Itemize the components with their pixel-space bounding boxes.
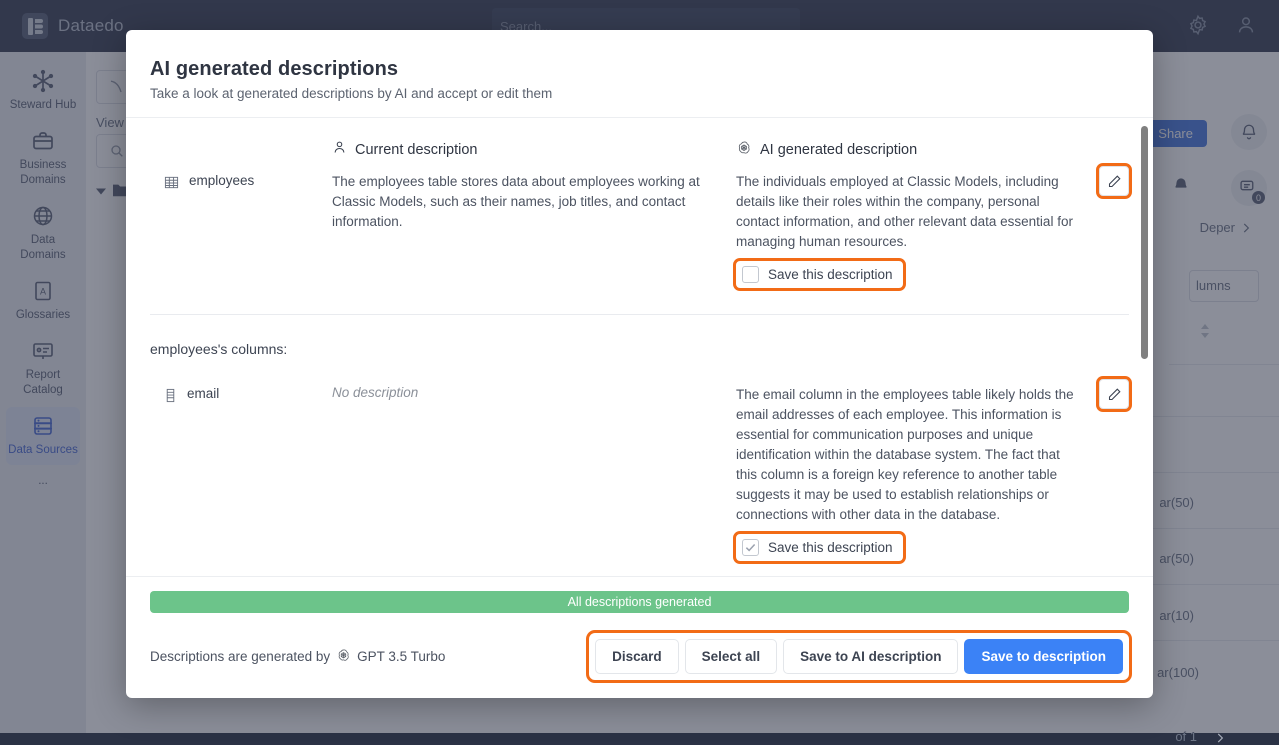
discard-button[interactable]: Discard <box>595 639 679 674</box>
columns-section-title: employees's columns: <box>150 315 1129 357</box>
edit-ai-description-button[interactable] <box>1099 379 1129 409</box>
save-description-label: Save this description <box>768 267 893 282</box>
ai-description-cell: The individuals employed at Classic Mode… <box>736 172 1129 288</box>
dialog-header: AI generated descriptions Take a look at… <box>126 30 1153 118</box>
openai-icon <box>736 140 752 160</box>
ai-description-header: AI generated description <box>736 140 1129 160</box>
save-to-ai-description-button[interactable]: Save to AI description <box>783 639 958 674</box>
current-description-empty: No description <box>332 385 708 400</box>
table-row: employees The employees table stores dat… <box>150 160 1129 288</box>
current-description-header: Current description <box>332 140 736 159</box>
save-to-description-button[interactable]: Save to description <box>964 639 1123 674</box>
save-description-label: Save this description <box>768 540 893 555</box>
ai-description-text: The email column in the employees table … <box>736 385 1079 525</box>
current-description-label: Current description <box>355 142 478 158</box>
dialog-subtitle: Take a look at generated descriptions by… <box>150 86 1129 101</box>
column-name: email <box>187 386 219 401</box>
column-icon <box>164 388 177 408</box>
save-description-checkbox-row[interactable]: Save this description <box>736 534 903 561</box>
pager-next-icon[interactable] <box>1213 731 1227 745</box>
column-headers: Current description AI generated descrip… <box>150 118 1129 160</box>
dialog-body: Current description AI generated descrip… <box>126 118 1153 576</box>
ai-description-text: The individuals employed at Classic Mode… <box>736 172 1079 252</box>
generated-by-prefix: Descriptions are generated by <box>150 649 330 664</box>
table-icon <box>164 175 179 195</box>
current-description-text: The employees table stores data about em… <box>332 172 708 232</box>
dialog-footer: All descriptions generated Descriptions … <box>126 576 1153 698</box>
table-entity[interactable]: employees <box>150 172 332 288</box>
generated-by-note: Descriptions are generated by GPT 3.5 Tu… <box>150 648 445 666</box>
status-banner: All descriptions generated <box>150 591 1129 613</box>
table-row: email No description The email column in… <box>150 357 1129 561</box>
save-description-checkbox[interactable] <box>742 539 759 556</box>
footer-actions: Discard Select all Save to AI descriptio… <box>589 633 1129 680</box>
table-name: employees <box>189 173 254 188</box>
dialog-title: AI generated descriptions <box>150 58 1129 81</box>
generated-by-model: GPT 3.5 Turbo <box>357 649 445 664</box>
column-entity[interactable]: email <box>150 385 332 561</box>
select-all-button[interactable]: Select all <box>685 639 778 674</box>
save-description-checkbox-row[interactable]: Save this description <box>736 261 903 288</box>
dialog-scrollbar[interactable] <box>1141 126 1148 359</box>
status-banner-label: All descriptions generated <box>568 595 712 609</box>
person-icon <box>332 140 347 159</box>
edit-ai-description-button[interactable] <box>1099 166 1129 196</box>
ai-descriptions-dialog: AI generated descriptions Take a look at… <box>126 30 1153 698</box>
save-description-checkbox[interactable] <box>742 266 759 283</box>
ai-description-label: AI generated description <box>760 142 917 158</box>
dialog-scroll-area: Current description AI generated descrip… <box>126 118 1153 576</box>
ai-description-cell: The email column in the employees table … <box>736 385 1129 561</box>
footer-row: Descriptions are generated by GPT 3.5 Tu… <box>150 633 1129 680</box>
openai-icon <box>336 648 351 666</box>
